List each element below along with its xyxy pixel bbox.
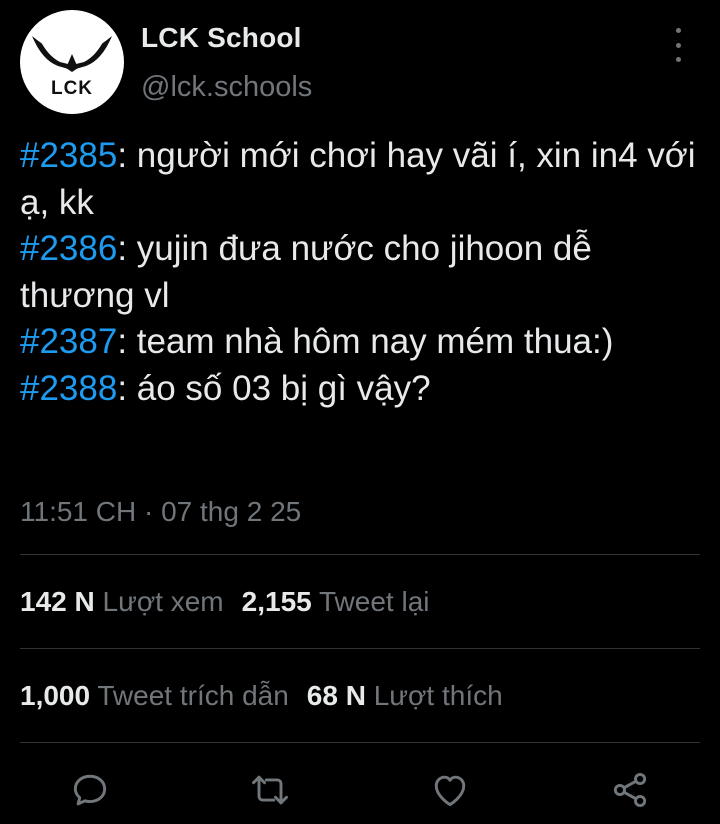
quotes-stat[interactable]: 1,000 Tweet trích dẫn [20, 680, 289, 711]
divider [20, 554, 700, 555]
views-count: 142 N [20, 586, 95, 617]
likes-count: 68 N [306, 680, 366, 711]
tweet-line: #2385: người mới chơi hay vãi í, xin in4… [20, 133, 710, 226]
retweets-count: 2,155 [241, 586, 312, 617]
tweet-timestamp[interactable]: 11:51 CH · 07 thg 2 25 [20, 496, 301, 528]
stats-row-2: 1,000 Tweet trích dẫn 68 N Lượt thích [20, 680, 503, 712]
retweets-label: Tweet lại [319, 586, 430, 617]
tweet-line: #2387: team nhà hôm nay mém thua:) [20, 319, 710, 366]
avatar[interactable]: LCK [20, 10, 124, 114]
divider [20, 742, 700, 743]
views-label: Lượt xem [102, 586, 224, 617]
reply-icon[interactable] [68, 768, 112, 812]
lck-logo: LCK [32, 36, 112, 99]
retweets-stat[interactable]: 2,155 Tweet lại [242, 586, 430, 617]
tweet-line: #2388: áo số 03 bị gì vậy? [20, 366, 710, 413]
quotes-count: 1,000 [20, 680, 91, 711]
hashtag-link[interactable]: #2387 [20, 322, 117, 361]
more-options-icon[interactable] [662, 28, 694, 62]
likes-stat[interactable]: 68 N Lượt thích [307, 680, 503, 711]
hashtag-link[interactable]: #2385 [20, 136, 117, 175]
action-bar [0, 760, 720, 820]
hashtag-link[interactable]: #2386 [20, 229, 117, 268]
likes-label: Lượt thích [373, 680, 503, 711]
share-icon[interactable] [608, 768, 652, 812]
hashtag-link[interactable]: #2388 [20, 369, 117, 408]
tweet-header: LCK LCK School @lck.schools [0, 0, 720, 120]
tweet-line-text: : người mới chơi hay vãi í, xin in4 với … [20, 136, 696, 222]
user-handle[interactable]: @lck.schools [141, 71, 312, 104]
stats-row-1: 142 N Lượt xem 2,155 Tweet lại [20, 586, 430, 618]
svg-text:LCK: LCK [51, 78, 93, 99]
heart-icon[interactable] [428, 768, 472, 812]
divider [20, 648, 700, 649]
quotes-label: Tweet trích dẫn [97, 680, 289, 711]
views-stat[interactable]: 142 N Lượt xem [20, 586, 224, 617]
tweet-line-text: : áo số 03 bị gì vậy? [117, 368, 431, 408]
tweet-line: #2386: yujin đưa nước cho jihoon dễ thươ… [20, 226, 710, 319]
display-name[interactable]: LCK School [141, 22, 302, 54]
tweet-text: #2385: người mới chơi hay vãi í, xin in4… [20, 133, 710, 412]
tweet-line-text: : team nhà hôm nay mém thua:) [117, 322, 614, 361]
retweet-icon[interactable] [248, 768, 292, 812]
